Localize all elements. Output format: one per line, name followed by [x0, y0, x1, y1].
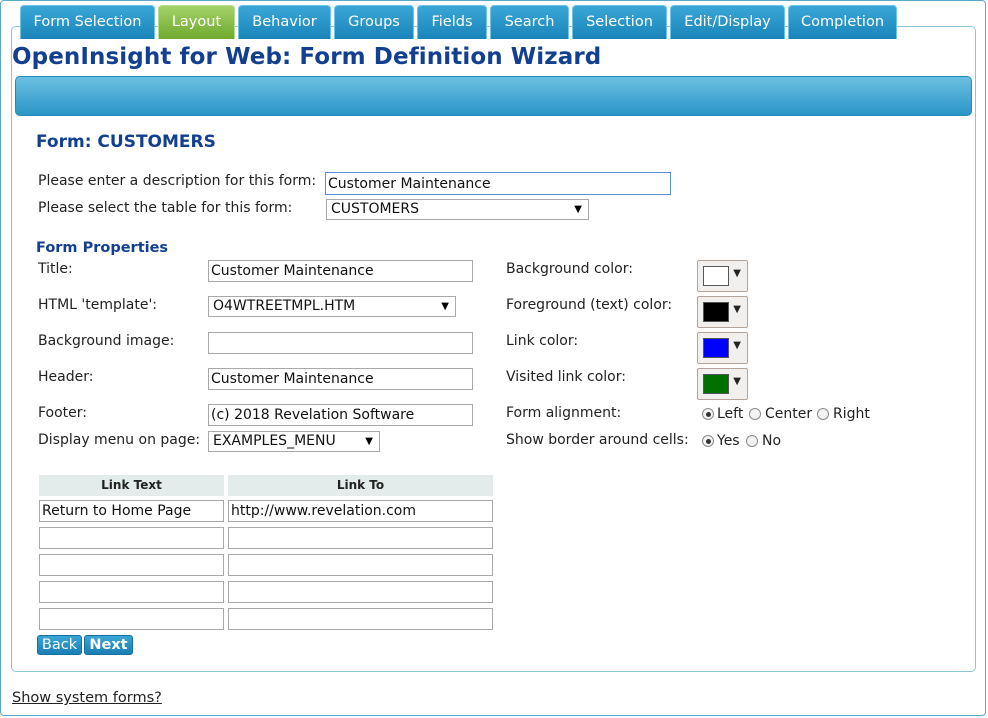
alignment-left-radio[interactable]: [702, 408, 714, 420]
chevron-down-icon: ▼: [441, 301, 449, 312]
border-yes-label: Yes: [717, 433, 740, 449]
display-menu-select-value: EXAMPLES_MENU: [213, 433, 336, 449]
alignment-center-label: Center: [765, 406, 813, 422]
visited-link-color-picker[interactable]: ▼: [697, 368, 748, 400]
tab-edit-display[interactable]: Edit/Display: [670, 5, 785, 39]
display-menu-label: Display menu on page:: [38, 432, 201, 448]
next-button[interactable]: Next: [84, 635, 133, 655]
background-color-label: Background color:: [506, 261, 633, 277]
table-select-value: CUSTOMERS: [331, 201, 420, 217]
description-label: Please enter a description for this form…: [38, 173, 317, 189]
description-input[interactable]: [325, 172, 671, 195]
tab-search[interactable]: Search: [490, 5, 569, 39]
chevron-down-icon: ▼: [733, 340, 741, 351]
border-no-label: No: [762, 433, 782, 449]
table-select[interactable]: CUSTOMERS ▼: [326, 199, 589, 220]
foreground-color-swatch: [703, 302, 729, 322]
chevron-down-icon: ▼: [733, 268, 741, 279]
back-button[interactable]: Back: [37, 635, 82, 655]
chevron-down-icon: ▼: [733, 304, 741, 315]
foreground-color-picker[interactable]: ▼: [697, 296, 748, 328]
visited-link-color-label: Visited link color:: [506, 369, 626, 385]
tab-behavior[interactable]: Behavior: [238, 5, 331, 39]
link-to-input[interactable]: [228, 527, 493, 549]
background-image-label: Background image:: [38, 333, 175, 349]
template-select-value: O4WTREETMPL.HTM: [213, 298, 356, 314]
footer-input[interactable]: [208, 404, 473, 426]
alignment-right-label: Right: [833, 406, 870, 422]
footer-label: Footer:: [38, 405, 88, 421]
form-properties-heading: Form Properties: [36, 240, 169, 256]
link-to-input[interactable]: [228, 608, 493, 630]
link-color-label: Link color:: [506, 333, 579, 349]
template-label: HTML 'template':: [38, 297, 158, 313]
tab-form-selection[interactable]: Form Selection: [20, 5, 155, 39]
form-alignment-label: Form alignment:: [506, 405, 622, 421]
visited-link-color-swatch: [703, 374, 729, 394]
link-text-input[interactable]: [39, 554, 224, 576]
tab-fields[interactable]: Fields: [417, 5, 487, 39]
alignment-center-radio[interactable]: [749, 408, 761, 420]
border-no-radio[interactable]: [746, 435, 758, 447]
table-label: Please select the table for this form:: [38, 200, 293, 216]
link-text-input[interactable]: [39, 608, 224, 630]
link-to-column-header: Link To: [228, 475, 493, 496]
link-to-input[interactable]: [228, 500, 493, 522]
link-to-input[interactable]: [228, 581, 493, 603]
tab-layout[interactable]: Layout: [158, 5, 235, 39]
chevron-down-icon: ▼: [365, 436, 373, 447]
border-label: Show border around cells:: [506, 432, 689, 448]
tab-groups[interactable]: Groups: [334, 5, 414, 39]
display-menu-select[interactable]: EXAMPLES_MENU ▼: [208, 431, 380, 452]
show-system-forms-link[interactable]: Show system forms?: [12, 690, 162, 706]
header-label: Header:: [38, 369, 94, 385]
tab-completion[interactable]: Completion: [788, 5, 897, 39]
tab-selection[interactable]: Selection: [572, 5, 667, 39]
alignment-left-label: Left: [717, 406, 744, 422]
link-text-input[interactable]: [39, 527, 224, 549]
link-text-input[interactable]: [39, 581, 224, 603]
foreground-color-label: Foreground (text) color:: [506, 297, 673, 313]
background-image-input[interactable]: [208, 332, 473, 354]
background-color-swatch: [703, 266, 729, 286]
chevron-down-icon: ▼: [733, 376, 741, 387]
border-yes-radio[interactable]: [702, 435, 714, 447]
link-to-input[interactable]: [228, 554, 493, 576]
link-color-picker[interactable]: ▼: [697, 332, 748, 364]
wizard-tab-bar: [15, 76, 972, 116]
app-title: OpenInsight for Web: Form Definition Wiz…: [12, 44, 602, 70]
form-title: Form: CUSTOMERS: [36, 132, 216, 152]
template-select[interactable]: O4WTREETMPL.HTM ▼: [208, 296, 456, 317]
link-color-swatch: [703, 338, 729, 358]
link-text-column-header: Link Text: [39, 475, 224, 496]
header-input[interactable]: [208, 368, 473, 390]
title-label: Title:: [38, 261, 73, 277]
link-text-input[interactable]: [39, 500, 224, 522]
background-color-picker[interactable]: ▼: [697, 260, 748, 292]
chevron-down-icon: ▼: [574, 204, 582, 215]
alignment-right-radio[interactable]: [817, 408, 829, 420]
title-input[interactable]: [208, 260, 473, 282]
